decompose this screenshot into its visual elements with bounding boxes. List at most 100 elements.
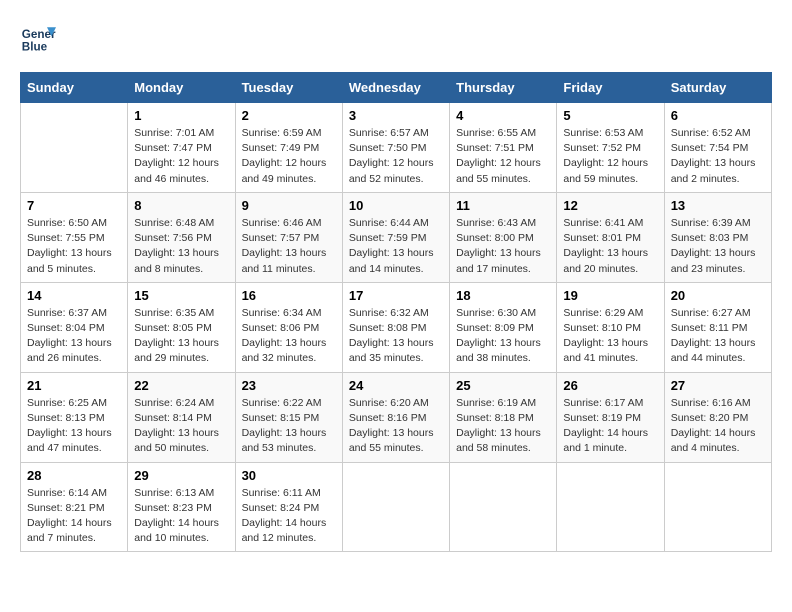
day-cell: 27Sunrise: 6:16 AMSunset: 8:20 PMDayligh…	[664, 372, 771, 462]
day-number: 29	[134, 468, 228, 483]
day-info: Sunrise: 6:43 AMSunset: 8:00 PMDaylight:…	[456, 216, 550, 277]
day-cell: 7 Sunrise: 6:50 AMSunset: 7:55 PMDaylight…	[21, 192, 128, 282]
day-cell: 30Sunrise: 6:11 AMSunset: 8:24 PMDayligh…	[235, 462, 342, 552]
day-info: Sunrise: 6:52 AMSunset: 7:54 PMDaylight:…	[671, 126, 765, 187]
day-info: Sunrise: 6:14 AMSunset: 8:21 PMDaylight:…	[27, 486, 121, 547]
day-info: Sunrise: 6:44 AMSunset: 7:59 PMDaylight:…	[349, 216, 443, 277]
day-number: 5	[563, 108, 657, 123]
day-info: Sunrise: 6:22 AMSunset: 8:15 PMDaylight:…	[242, 396, 336, 457]
day-number: 19	[563, 288, 657, 303]
day-info: Sunrise: 6:48 AMSunset: 7:56 PMDaylight:…	[134, 216, 228, 277]
day-number: 6	[671, 108, 765, 123]
day-info: Sunrise: 6:59 AMSunset: 7:49 PMDaylight:…	[242, 126, 336, 187]
day-number: 16	[242, 288, 336, 303]
day-info: Sunrise: 6:25 AMSunset: 8:13 PMDaylight:…	[27, 396, 121, 457]
day-number: 1	[134, 108, 228, 123]
day-cell: 8 Sunrise: 6:48 AMSunset: 7:56 PMDaylight…	[128, 192, 235, 282]
day-cell	[450, 462, 557, 552]
day-cell: 11 Sunrise: 6:43 AMSunset: 8:00 PMDayligh…	[450, 192, 557, 282]
calendar-table: SundayMondayTuesdayWednesdayThursdayFrid…	[20, 72, 772, 552]
day-cell: 21Sunrise: 6:25 AMSunset: 8:13 PMDayligh…	[21, 372, 128, 462]
day-info: Sunrise: 6:35 AMSunset: 8:05 PMDaylight:…	[134, 306, 228, 367]
header-day-sunday: Sunday	[21, 73, 128, 103]
day-cell: 14 Sunrise: 6:37 AMSunset: 8:04 PMDayligh…	[21, 282, 128, 372]
day-number: 26	[563, 378, 657, 393]
header-day-monday: Monday	[128, 73, 235, 103]
day-number: 30	[242, 468, 336, 483]
day-number: 10	[349, 198, 443, 213]
day-info: Sunrise: 6:30 AMSunset: 8:09 PMDaylight:…	[456, 306, 550, 367]
day-cell: 20 Sunrise: 6:27 AMSunset: 8:11 PMDayligh…	[664, 282, 771, 372]
day-number: 8	[134, 198, 228, 213]
day-number: 28	[27, 468, 121, 483]
day-info: Sunrise: 7:01 AMSunset: 7:47 PMDaylight:…	[134, 126, 228, 187]
day-number: 18	[456, 288, 550, 303]
day-number: 13	[671, 198, 765, 213]
day-cell: 12Sunrise: 6:41 AMSunset: 8:01 PMDayligh…	[557, 192, 664, 282]
day-cell	[21, 103, 128, 193]
day-cell: 4 Sunrise: 6:55 AMSunset: 7:51 PMDaylight…	[450, 103, 557, 193]
day-info: Sunrise: 6:57 AMSunset: 7:50 PMDaylight:…	[349, 126, 443, 187]
day-number: 24	[349, 378, 443, 393]
day-number: 9	[242, 198, 336, 213]
day-cell: 1 Sunrise: 7:01 AMSunset: 7:47 PMDaylight…	[128, 103, 235, 193]
week-row-2: 7 Sunrise: 6:50 AMSunset: 7:55 PMDaylight…	[21, 192, 772, 282]
logo: General Blue	[20, 20, 60, 56]
day-number: 14	[27, 288, 121, 303]
day-cell: 2 Sunrise: 6:59 AMSunset: 7:49 PMDaylight…	[235, 103, 342, 193]
day-number: 22	[134, 378, 228, 393]
day-info: Sunrise: 6:24 AMSunset: 8:14 PMDaylight:…	[134, 396, 228, 457]
day-number: 3	[349, 108, 443, 123]
logo-icon: General Blue	[20, 20, 56, 56]
day-info: Sunrise: 6:39 AMSunset: 8:03 PMDaylight:…	[671, 216, 765, 277]
day-cell: 18 Sunrise: 6:30 AMSunset: 8:09 PMDayligh…	[450, 282, 557, 372]
day-info: Sunrise: 6:37 AMSunset: 8:04 PMDaylight:…	[27, 306, 121, 367]
day-cell: 22 Sunrise: 6:24 AMSunset: 8:14 PMDayligh…	[128, 372, 235, 462]
day-info: Sunrise: 6:34 AMSunset: 8:06 PMDaylight:…	[242, 306, 336, 367]
page-header: General Blue	[20, 20, 772, 56]
day-number: 20	[671, 288, 765, 303]
day-cell: 9 Sunrise: 6:46 AMSunset: 7:57 PMDaylight…	[235, 192, 342, 282]
day-number: 4	[456, 108, 550, 123]
day-info: Sunrise: 6:13 AMSunset: 8:23 PMDaylight:…	[134, 486, 228, 547]
day-info: Sunrise: 6:55 AMSunset: 7:51 PMDaylight:…	[456, 126, 550, 187]
header-day-wednesday: Wednesday	[342, 73, 449, 103]
day-info: Sunrise: 6:27 AMSunset: 8:11 PMDaylight:…	[671, 306, 765, 367]
header-row: SundayMondayTuesdayWednesdayThursdayFrid…	[21, 73, 772, 103]
day-cell: 28 Sunrise: 6:14 AMSunset: 8:21 PMDayligh…	[21, 462, 128, 552]
day-cell: 26 Sunrise: 6:17 AMSunset: 8:19 PMDayligh…	[557, 372, 664, 462]
day-cell: 5 Sunrise: 6:53 AMSunset: 7:52 PMDaylight…	[557, 103, 664, 193]
day-number: 23	[242, 378, 336, 393]
day-number: 17	[349, 288, 443, 303]
day-cell: 25 Sunrise: 6:19 AMSunset: 8:18 PMDayligh…	[450, 372, 557, 462]
day-info: Sunrise: 6:32 AMSunset: 8:08 PMDaylight:…	[349, 306, 443, 367]
day-number: 15	[134, 288, 228, 303]
week-row-4: 21Sunrise: 6:25 AMSunset: 8:13 PMDayligh…	[21, 372, 772, 462]
week-row-3: 14 Sunrise: 6:37 AMSunset: 8:04 PMDayligh…	[21, 282, 772, 372]
day-cell: 29 Sunrise: 6:13 AMSunset: 8:23 PMDayligh…	[128, 462, 235, 552]
day-cell: 15 Sunrise: 6:35 AMSunset: 8:05 PMDayligh…	[128, 282, 235, 372]
day-info: Sunrise: 6:17 AMSunset: 8:19 PMDaylight:…	[563, 396, 657, 457]
day-info: Sunrise: 6:20 AMSunset: 8:16 PMDaylight:…	[349, 396, 443, 457]
day-info: Sunrise: 6:46 AMSunset: 7:57 PMDaylight:…	[242, 216, 336, 277]
day-cell: 23 Sunrise: 6:22 AMSunset: 8:15 PMDayligh…	[235, 372, 342, 462]
svg-text:Blue: Blue	[22, 41, 48, 54]
week-row-5: 28 Sunrise: 6:14 AMSunset: 8:21 PMDayligh…	[21, 462, 772, 552]
day-cell: 17 Sunrise: 6:32 AMSunset: 8:08 PMDayligh…	[342, 282, 449, 372]
day-number: 11	[456, 198, 550, 213]
header-day-thursday: Thursday	[450, 73, 557, 103]
header-day-tuesday: Tuesday	[235, 73, 342, 103]
day-cell: 13 Sunrise: 6:39 AMSunset: 8:03 PMDayligh…	[664, 192, 771, 282]
week-row-1: 1 Sunrise: 7:01 AMSunset: 7:47 PMDaylight…	[21, 103, 772, 193]
day-cell: 10 Sunrise: 6:44 AMSunset: 7:59 PMDayligh…	[342, 192, 449, 282]
day-number: 2	[242, 108, 336, 123]
day-cell	[342, 462, 449, 552]
header-day-saturday: Saturday	[664, 73, 771, 103]
day-info: Sunrise: 6:53 AMSunset: 7:52 PMDaylight:…	[563, 126, 657, 187]
day-info: Sunrise: 6:29 AMSunset: 8:10 PMDaylight:…	[563, 306, 657, 367]
day-info: Sunrise: 6:19 AMSunset: 8:18 PMDaylight:…	[456, 396, 550, 457]
day-number: 25	[456, 378, 550, 393]
day-number: 7	[27, 198, 121, 213]
day-info: Sunrise: 6:50 AMSunset: 7:55 PMDaylight:…	[27, 216, 121, 277]
day-cell: 3 Sunrise: 6:57 AMSunset: 7:50 PMDaylight…	[342, 103, 449, 193]
